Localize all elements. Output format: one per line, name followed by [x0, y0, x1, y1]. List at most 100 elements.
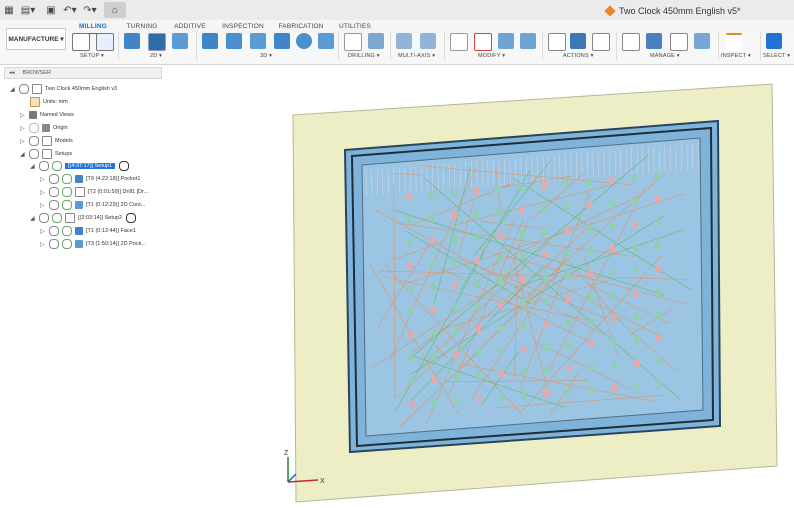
eye-icon[interactable]	[39, 213, 49, 223]
group-inspect[interactable]: INSPECT ▾	[721, 53, 751, 59]
expand-icon[interactable]: ▷	[40, 228, 49, 235]
eye-icon[interactable]	[39, 161, 49, 171]
eye-icon[interactable]	[49, 200, 59, 210]
group-setup[interactable]: SETUP ▾	[80, 53, 104, 59]
tree-setups[interactable]: ◢ Setups	[20, 148, 72, 160]
drill-hole-mark	[566, 341, 572, 349]
machine-library-icon[interactable]	[646, 33, 662, 49]
3d-pocket-icon[interactable]	[226, 33, 242, 49]
swarf-icon[interactable]	[396, 33, 412, 49]
tab-fabrication[interactable]: FABRICATION	[278, 20, 323, 33]
tree-setup1[interactable]: ◢ [(4:37:17)] Setup1	[30, 160, 132, 172]
expand-icon[interactable]: ◢	[10, 86, 19, 93]
radio-icon[interactable]	[119, 161, 130, 171]
tab-additive[interactable]: ADDITIVE	[173, 20, 207, 33]
template-library-icon[interactable]	[694, 33, 710, 49]
group-multi-axis[interactable]: MULTI-AXIS ▾	[398, 53, 435, 59]
group-3d[interactable]: 3D ▾	[260, 53, 272, 59]
group-drilling[interactable]: DRILLING ▾	[348, 53, 380, 59]
save-icon[interactable]: ▣	[46, 2, 56, 18]
undo-icon[interactable]: ↶▾	[62, 2, 78, 18]
eye-icon[interactable]	[29, 149, 39, 159]
document-tab[interactable]: Two Clock 450mm English v5*	[604, 3, 741, 19]
tree-op-contour[interactable]: ▷ [T1 (0:12:29)] 2D Cont...	[40, 199, 145, 211]
contour-icon[interactable]	[318, 33, 334, 49]
workspace-selector[interactable]: MANUFACTURE ▾	[6, 28, 66, 50]
eye-icon[interactable]	[49, 187, 59, 197]
expand-icon[interactable]: ▷	[20, 112, 29, 119]
eye-icon[interactable]	[29, 136, 39, 146]
2d-adaptive-icon[interactable]	[124, 33, 140, 49]
select-arrow-icon[interactable]	[766, 33, 782, 49]
toolpath-segment	[407, 193, 684, 284]
setup-folder-icon[interactable]	[72, 33, 90, 51]
expand-icon[interactable]: ◢	[20, 151, 29, 158]
group-manage[interactable]: MANAGE ▾	[650, 53, 680, 59]
group-modify[interactable]: MODIFY ▾	[478, 53, 505, 59]
nc-program-icon[interactable]	[96, 33, 114, 51]
drill-icon[interactable]	[344, 33, 362, 51]
expand-icon[interactable]: ◢	[30, 163, 39, 170]
eye-icon[interactable]	[19, 84, 29, 94]
face-icon[interactable]	[172, 33, 188, 49]
collapse-icon[interactable]: ◂◂	[9, 70, 15, 76]
cut-icon[interactable]	[450, 33, 468, 51]
2d-pocket-icon[interactable]	[148, 33, 166, 51]
tab-utilities[interactable]: UTILITIES	[339, 20, 371, 33]
toolpath-segment	[458, 203, 474, 256]
expand-icon[interactable]: ▷	[40, 241, 49, 248]
expand-icon[interactable]: ▷	[40, 202, 49, 209]
toolpath-segment	[474, 161, 551, 256]
eye-icon[interactable]	[49, 226, 59, 236]
toolpath-segment	[411, 181, 516, 226]
drill-hole-mark	[428, 191, 434, 199]
redo-icon[interactable]: ↷▾	[82, 2, 98, 18]
simulate-icon[interactable]	[548, 33, 566, 51]
expand-icon[interactable]: ▷	[40, 176, 49, 183]
tool-library-icon[interactable]	[622, 33, 640, 51]
tree-op-face1[interactable]: ▷ [T1 (0:12:44)] Face1	[40, 225, 136, 237]
expand-icon[interactable]: ▷	[40, 189, 49, 196]
scallop-icon[interactable]	[296, 33, 312, 49]
tree-op-2dpocket[interactable]: ▷ [T3 (1:50:14)] 2D Pock...	[40, 238, 146, 250]
post-library-icon[interactable]	[670, 33, 688, 51]
units-icon	[30, 97, 40, 107]
radio-icon[interactable]	[126, 213, 137, 223]
multiaxis-contour-icon[interactable]	[420, 33, 436, 49]
drill-hole-mark	[431, 375, 437, 383]
steep-shallow-icon[interactable]	[250, 33, 266, 49]
tree-op-drill1[interactable]: ▷ [T2 (0:01:59)] Drill1 [Dr...	[40, 186, 148, 198]
duplicate-icon[interactable]	[498, 33, 514, 49]
parallel-icon[interactable]	[274, 33, 290, 49]
apps-grid-icon[interactable]: ▦	[3, 2, 15, 18]
tree-op-pocket1[interactable]: ▷ [T9 (4:22:18)] Pocket1	[40, 173, 140, 185]
tree-root[interactable]: ◢ Two Clock 450mm English v3	[10, 83, 117, 95]
toolpath-segment	[583, 255, 619, 356]
group-select[interactable]: SELECT ▾	[763, 53, 790, 59]
expand-icon[interactable]: ▷	[20, 125, 29, 132]
3d-adaptive-icon[interactable]	[202, 33, 218, 49]
browser-header[interactable]: ◂◂ BROWSER	[4, 67, 162, 79]
post-process-icon[interactable]	[570, 33, 586, 49]
measure-icon[interactable]	[726, 33, 742, 51]
group-2d[interactable]: 2D ▾	[150, 53, 162, 59]
hole-recognition-icon[interactable]	[368, 33, 384, 49]
tree-origin[interactable]: ▷ Origin	[20, 122, 68, 134]
tab-turning[interactable]: TURNING	[126, 20, 158, 33]
delete-icon[interactable]	[474, 33, 492, 51]
group-actions[interactable]: ACTIONS ▾	[563, 53, 594, 59]
tree-models[interactable]: ▷ Models	[20, 135, 73, 147]
toolpath-segment	[410, 215, 665, 375]
generate-icon[interactable]	[520, 33, 536, 49]
file-menu-icon[interactable]: ▤▾	[20, 2, 36, 18]
setup-sheet-icon[interactable]	[592, 33, 610, 51]
tree-named-views[interactable]: ▷ Named Views	[20, 109, 74, 121]
tab-inspection[interactable]: INSPECTION	[222, 20, 264, 33]
eye-icon[interactable]	[49, 239, 59, 249]
expand-icon[interactable]: ◢	[30, 215, 39, 222]
eye-icon[interactable]	[49, 174, 59, 184]
tree-setup2[interactable]: ◢ [(2:03:14)] Setup2	[30, 212, 139, 224]
eye-icon[interactable]	[29, 123, 39, 133]
expand-icon[interactable]: ▷	[20, 138, 29, 145]
home-icon[interactable]: ⌂	[104, 2, 126, 18]
